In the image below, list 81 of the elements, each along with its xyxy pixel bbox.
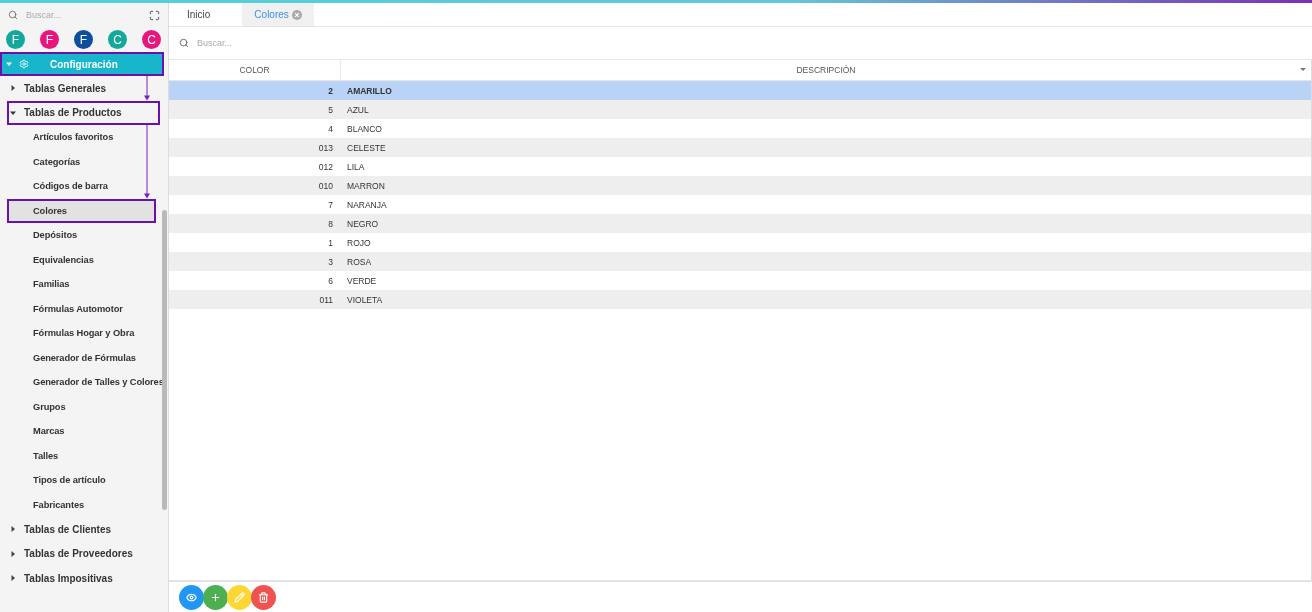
table-cell-text: NARANJA [346,198,388,212]
table-row[interactable]: 3 ROSA [169,252,1311,271]
menu-item[interactable]: Categorías [0,149,168,174]
caret-down-icon [10,109,16,116]
eye-icon [186,591,197,603]
table-cell-text: 010 [317,179,334,193]
search-icon [8,10,18,20]
menu-item[interactable]: Equivalencias [0,247,168,272]
table-cell-text: 4 [327,122,334,136]
menu-group[interactable]: Tablas de Productos [7,100,160,125]
search-field[interactable]: Buscar... [195,37,1312,49]
table-cell-text: AZUL [346,103,370,117]
view-button[interactable] [179,584,204,610]
table-row[interactable]: 5 AZUL [169,100,1311,119]
table-cell-text: LILA [346,160,366,174]
table-cell-text: 1 [327,236,334,250]
table-row[interactable]: 8 NEGRO [169,214,1311,233]
caret-right-icon [10,550,16,557]
add-button[interactable] [203,584,228,610]
table-row[interactable]: 010 MARRON [169,176,1311,195]
menu-group[interactable]: Tablas Generales [0,76,160,101]
search-icon [179,38,189,48]
table-cell-text: AMARILLO [346,84,393,98]
table-cell-text: 2 [327,84,334,98]
table-cell-text: 5 [327,103,334,117]
dropdown-icon[interactable] [1300,68,1306,71]
menu-item[interactable]: Depósitos [0,223,168,248]
pencil-icon [234,591,245,603]
menu-item[interactable]: Artículos favoritos [0,125,168,150]
table-cell-text: MARRON [346,179,386,193]
avatar[interactable]: C [142,30,161,49]
caret-right-icon [10,575,16,582]
table-row[interactable]: 013 CELESTE [169,138,1311,157]
caret-right-icon [10,85,16,92]
menu-item[interactable]: Colores [7,198,156,223]
caret-right-icon [10,526,16,533]
column-header[interactable]: COLOR [169,60,341,80]
close-icon[interactable] [291,9,302,20]
menu-item[interactable]: Códigos de barra [0,174,168,199]
fullscreen-icon[interactable] [149,9,160,21]
column-header[interactable]: DESCRIPCIÓN [341,60,1311,80]
table-cell-text: 6 [327,274,334,288]
table-cell-text: 012 [317,160,334,174]
menu-item[interactable]: Generador de Fórmulas [0,345,168,370]
table-cell-text: 7 [327,198,334,212]
table-row[interactable]: 2 AMARILLO [169,81,1311,100]
menu-group[interactable]: Tablas de Proveedores [0,541,160,566]
table-cell-text: ROJO [346,236,372,250]
table-cell-text: VIOLETA [346,293,384,307]
tab[interactable]: Inicio [175,3,223,26]
plus-icon [210,591,221,603]
menu-item[interactable]: Familias [0,272,168,297]
menu-group[interactable]: Tablas Impositivas [0,566,160,591]
table-cell-text: NEGRO [346,217,380,231]
table-cell-text: CELESTE [346,141,387,155]
scrollbar[interactable] [162,210,167,510]
menu-group[interactable]: Tablas de Clientes [0,517,160,542]
menu-item[interactable]: Generador de Talles y Colores [0,370,168,395]
avatar[interactable]: F [40,30,59,49]
table-cell-text: 011 [318,293,334,307]
menu-item[interactable]: Marcas [0,419,168,444]
gears-icon [19,59,29,69]
table-cell-text: VERDE [346,274,378,288]
trash-icon [258,591,269,603]
table-cell-text: 8 [327,217,334,231]
delete-button[interactable] [251,584,276,610]
table-cell-text: ROSA [346,255,373,269]
menu-item[interactable]: Fórmulas Automotor [0,296,168,321]
arrow [143,76,151,101]
menu-item[interactable]: Talles [0,443,168,468]
caret-down-icon [6,61,12,67]
avatar[interactable]: F [74,30,93,49]
search-field[interactable]: Buscar... [24,9,143,21]
table-row[interactable]: 011 VIOLETA [169,290,1311,309]
table-cell-text: BLANCO [346,122,383,136]
table-cell-text: 3 [327,255,334,269]
table-cell-text: 013 [317,141,334,155]
menu-item[interactable]: Tipos de artículo [0,468,168,493]
menu-item[interactable]: Fórmulas Hogar y Obra [0,321,168,346]
menu-item[interactable]: Fabricantes [0,492,168,517]
menu-item[interactable]: Grupos [0,394,168,419]
